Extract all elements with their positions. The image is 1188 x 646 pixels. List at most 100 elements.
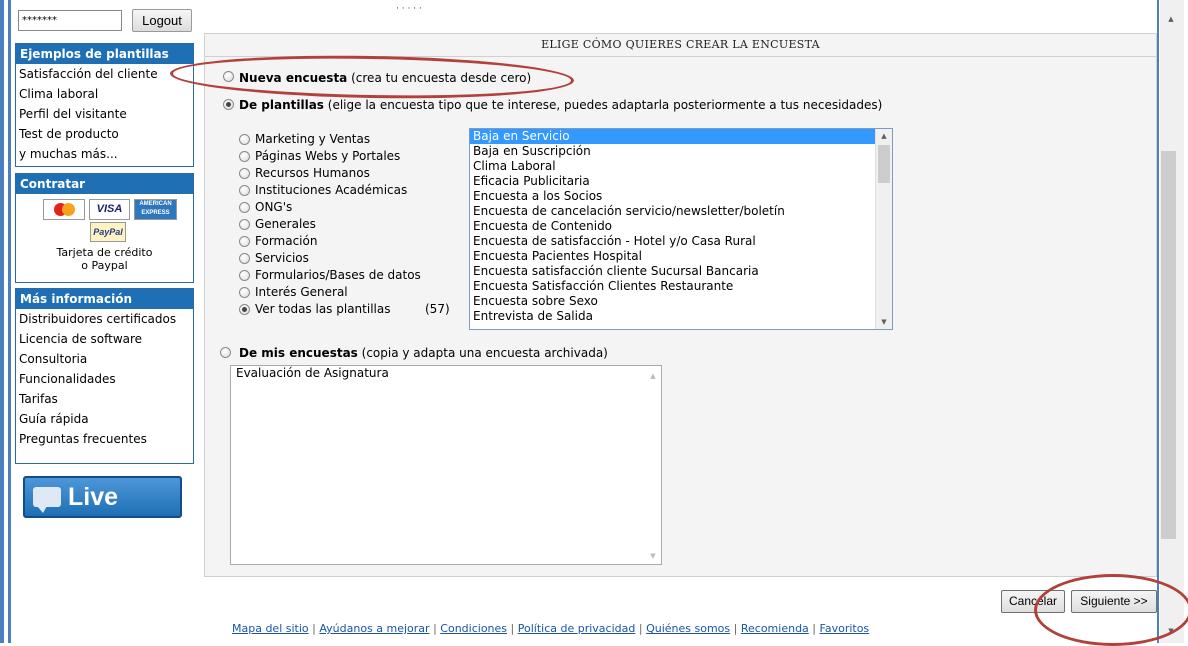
footer-link-favorites[interactable]: Favoritos — [820, 622, 870, 635]
list-item-selected[interactable]: Baja en Servicio — [470, 129, 892, 144]
option-mine-hint: (copia y adapta una encuesta archivada) — [361, 346, 608, 360]
templates-box: Ejemplos de plantillas Satisfacción del … — [15, 43, 194, 167]
category-label: Servicios — [255, 251, 309, 265]
radio-category-all[interactable] — [239, 304, 250, 315]
radio-category[interactable] — [239, 270, 250, 281]
option-templates-label: De plantillas — [239, 98, 324, 112]
radio-category[interactable] — [239, 185, 250, 196]
radio-category[interactable] — [239, 219, 250, 230]
category-label: Interés General — [255, 285, 348, 299]
radio-category[interactable] — [239, 202, 250, 213]
footer-link-privacy[interactable]: Política de privacidad — [518, 622, 636, 635]
listbox-scroll-thumb[interactable] — [878, 145, 890, 183]
sidebar-link-satisfaccion[interactable]: Satisfacción del cliente — [16, 64, 193, 84]
radio-category[interactable] — [239, 168, 250, 179]
list-item[interactable]: Eficacia Publicitaria — [470, 174, 892, 189]
contract-header: Contratar — [16, 174, 193, 194]
category-label: Generales — [255, 217, 316, 231]
sidebar-link-tarifas[interactable]: Tarifas — [16, 389, 193, 409]
logout-button[interactable]: Logout — [132, 9, 192, 32]
sidebar-link-perfil[interactable]: Perfil del visitante — [16, 104, 193, 124]
list-item[interactable]: Encuesta Pacientes Hospital — [470, 249, 892, 264]
login-row: ******* Logout — [15, 8, 194, 34]
footer-separator: | — [638, 622, 643, 635]
radio-my-surveys[interactable] — [220, 347, 231, 358]
template-count: (57) — [425, 302, 450, 316]
footer-link-about[interactable]: Quiénes somos — [646, 622, 730, 635]
sidebar-link-guia[interactable]: Guía rápida — [16, 409, 193, 429]
top-cut-text: · · · · · — [396, 4, 422, 14]
footer-link-conditions[interactable]: Condiciones — [440, 622, 507, 635]
window-frame-right — [1157, 0, 1159, 643]
sidebar-link-mas[interactable]: y muchas más... — [16, 144, 193, 164]
option-my-surveys: De mis encuestas (copia y adapta una enc… — [239, 346, 608, 360]
visa-icon: VISA — [89, 199, 130, 220]
footer-separator: | — [433, 622, 437, 635]
list-item[interactable]: Encuesta satisfacción cliente Sucursal B… — [470, 264, 892, 279]
scroll-down-icon[interactable]: ▼ — [876, 315, 892, 329]
radio-category[interactable] — [239, 134, 250, 145]
paypal-icon: PayPal — [90, 222, 126, 242]
list-item[interactable]: Encuesta de Contenido — [470, 219, 892, 234]
category-label-all: Ver todas las plantillas — [255, 302, 391, 316]
chat-bubble-icon — [33, 487, 61, 513]
radio-category[interactable] — [239, 151, 250, 162]
my-survey-item[interactable]: Evaluación de Asignatura — [231, 366, 661, 381]
sidebar-link-funcionalidades[interactable]: Funcionalidades — [16, 369, 193, 389]
live-chat-button[interactable]: Live Chat — [23, 476, 182, 549]
radio-category[interactable] — [239, 236, 250, 247]
sidebar-link-clima[interactable]: Clima laboral — [16, 84, 193, 104]
sidebar-link-consultoria[interactable]: Consultoria — [16, 349, 193, 369]
amex-icon: AMERICAN EXPRESS — [134, 199, 177, 220]
payment-methods: VISA AMERICAN EXPRESS PayPal Tarjeta de … — [16, 194, 193, 272]
scroll-up-icon[interactable]: ▲ — [876, 129, 892, 143]
mastercard-icon — [43, 199, 85, 220]
payment-text-1: Tarjeta de crédito — [56, 246, 153, 259]
radio-templates[interactable] — [223, 99, 234, 110]
category-label: Formación — [255, 234, 318, 248]
category-label: Marketing y Ventas — [255, 132, 371, 146]
sidebar-link-licencia[interactable]: Licencia de software — [16, 329, 193, 349]
category-label: Formularios/Bases de datos — [255, 268, 421, 282]
page-scroll-thumb[interactable] — [1161, 151, 1176, 539]
radio-category[interactable] — [239, 287, 250, 298]
list-item[interactable]: Entrevista de Salida — [470, 309, 892, 324]
sidebar-link-test[interactable]: Test de producto — [16, 124, 193, 144]
category-label: Instituciones Académicas — [255, 183, 408, 197]
scroll-up-icon: ▲ — [650, 372, 656, 380]
footer-link-sitemap[interactable]: Mapa del sitio — [232, 622, 309, 635]
sidebar-link-preguntas[interactable]: Preguntas frecuentes — [16, 429, 193, 449]
contract-box: Contratar VISA AMERICAN EXPRESS PayPal T… — [15, 173, 194, 283]
panel-title: ELIGE CÓMO QUIERES CREAR LA ENCUESTA — [205, 34, 1156, 57]
footer-links: Mapa del sitio | Ayúdanos a mejorar | Co… — [232, 622, 869, 635]
footer-separator: | — [733, 622, 738, 635]
list-item[interactable]: Encuesta Satisfacción Clientes Restauran… — [470, 279, 892, 294]
list-item[interactable]: Encuesta de cancelación servicio/newslet… — [470, 204, 892, 219]
listbox-scrollbar[interactable]: ▲ ▼ — [875, 129, 892, 329]
footer-link-improve[interactable]: Ayúdanos a mejorar — [319, 622, 429, 635]
annotation-ellipse-next — [1034, 574, 1188, 646]
list-item[interactable]: Clima Laboral — [470, 159, 892, 174]
scroll-down-icon: ▼ — [650, 552, 656, 560]
page-scroll-up-icon[interactable]: ▲ — [1163, 12, 1179, 26]
list-item[interactable]: Encuesta a los Socios — [470, 189, 892, 204]
footer-separator: | — [812, 622, 817, 635]
live-chat-label: Live Chat — [68, 483, 124, 549]
create-survey-panel: ELIGE CÓMO QUIERES CREAR LA ENCUESTA Nue… — [204, 33, 1157, 577]
payment-text-2: o Paypal — [81, 259, 128, 272]
template-listbox[interactable]: Baja en Servicio Baja en Suscripción Cli… — [469, 128, 893, 330]
option-templates: De plantillas (elige la encuesta tipo qu… — [239, 98, 882, 112]
password-field[interactable]: ******* — [18, 10, 122, 31]
window-frame-inner — [8, 0, 11, 643]
option-mine-label: De mis encuestas — [239, 346, 358, 360]
window-frame-left — [0, 0, 4, 643]
list-item[interactable]: Baja en Suscripción — [470, 144, 892, 159]
my-surveys-list[interactable]: Evaluación de Asignatura ▲ ▼ — [230, 365, 662, 565]
sidebar-link-distribuidores[interactable]: Distribuidores certificados — [16, 309, 193, 329]
footer-link-recommend[interactable]: Recomienda — [741, 622, 809, 635]
radio-category[interactable] — [239, 253, 250, 264]
list-item[interactable]: Encuesta sobre Sexo — [470, 294, 892, 309]
templates-header: Ejemplos de plantillas — [16, 44, 193, 64]
list-item[interactable]: Encuesta de satisfacción - Hotel y/o Cas… — [470, 234, 892, 249]
category-label: ONG's — [255, 200, 293, 214]
